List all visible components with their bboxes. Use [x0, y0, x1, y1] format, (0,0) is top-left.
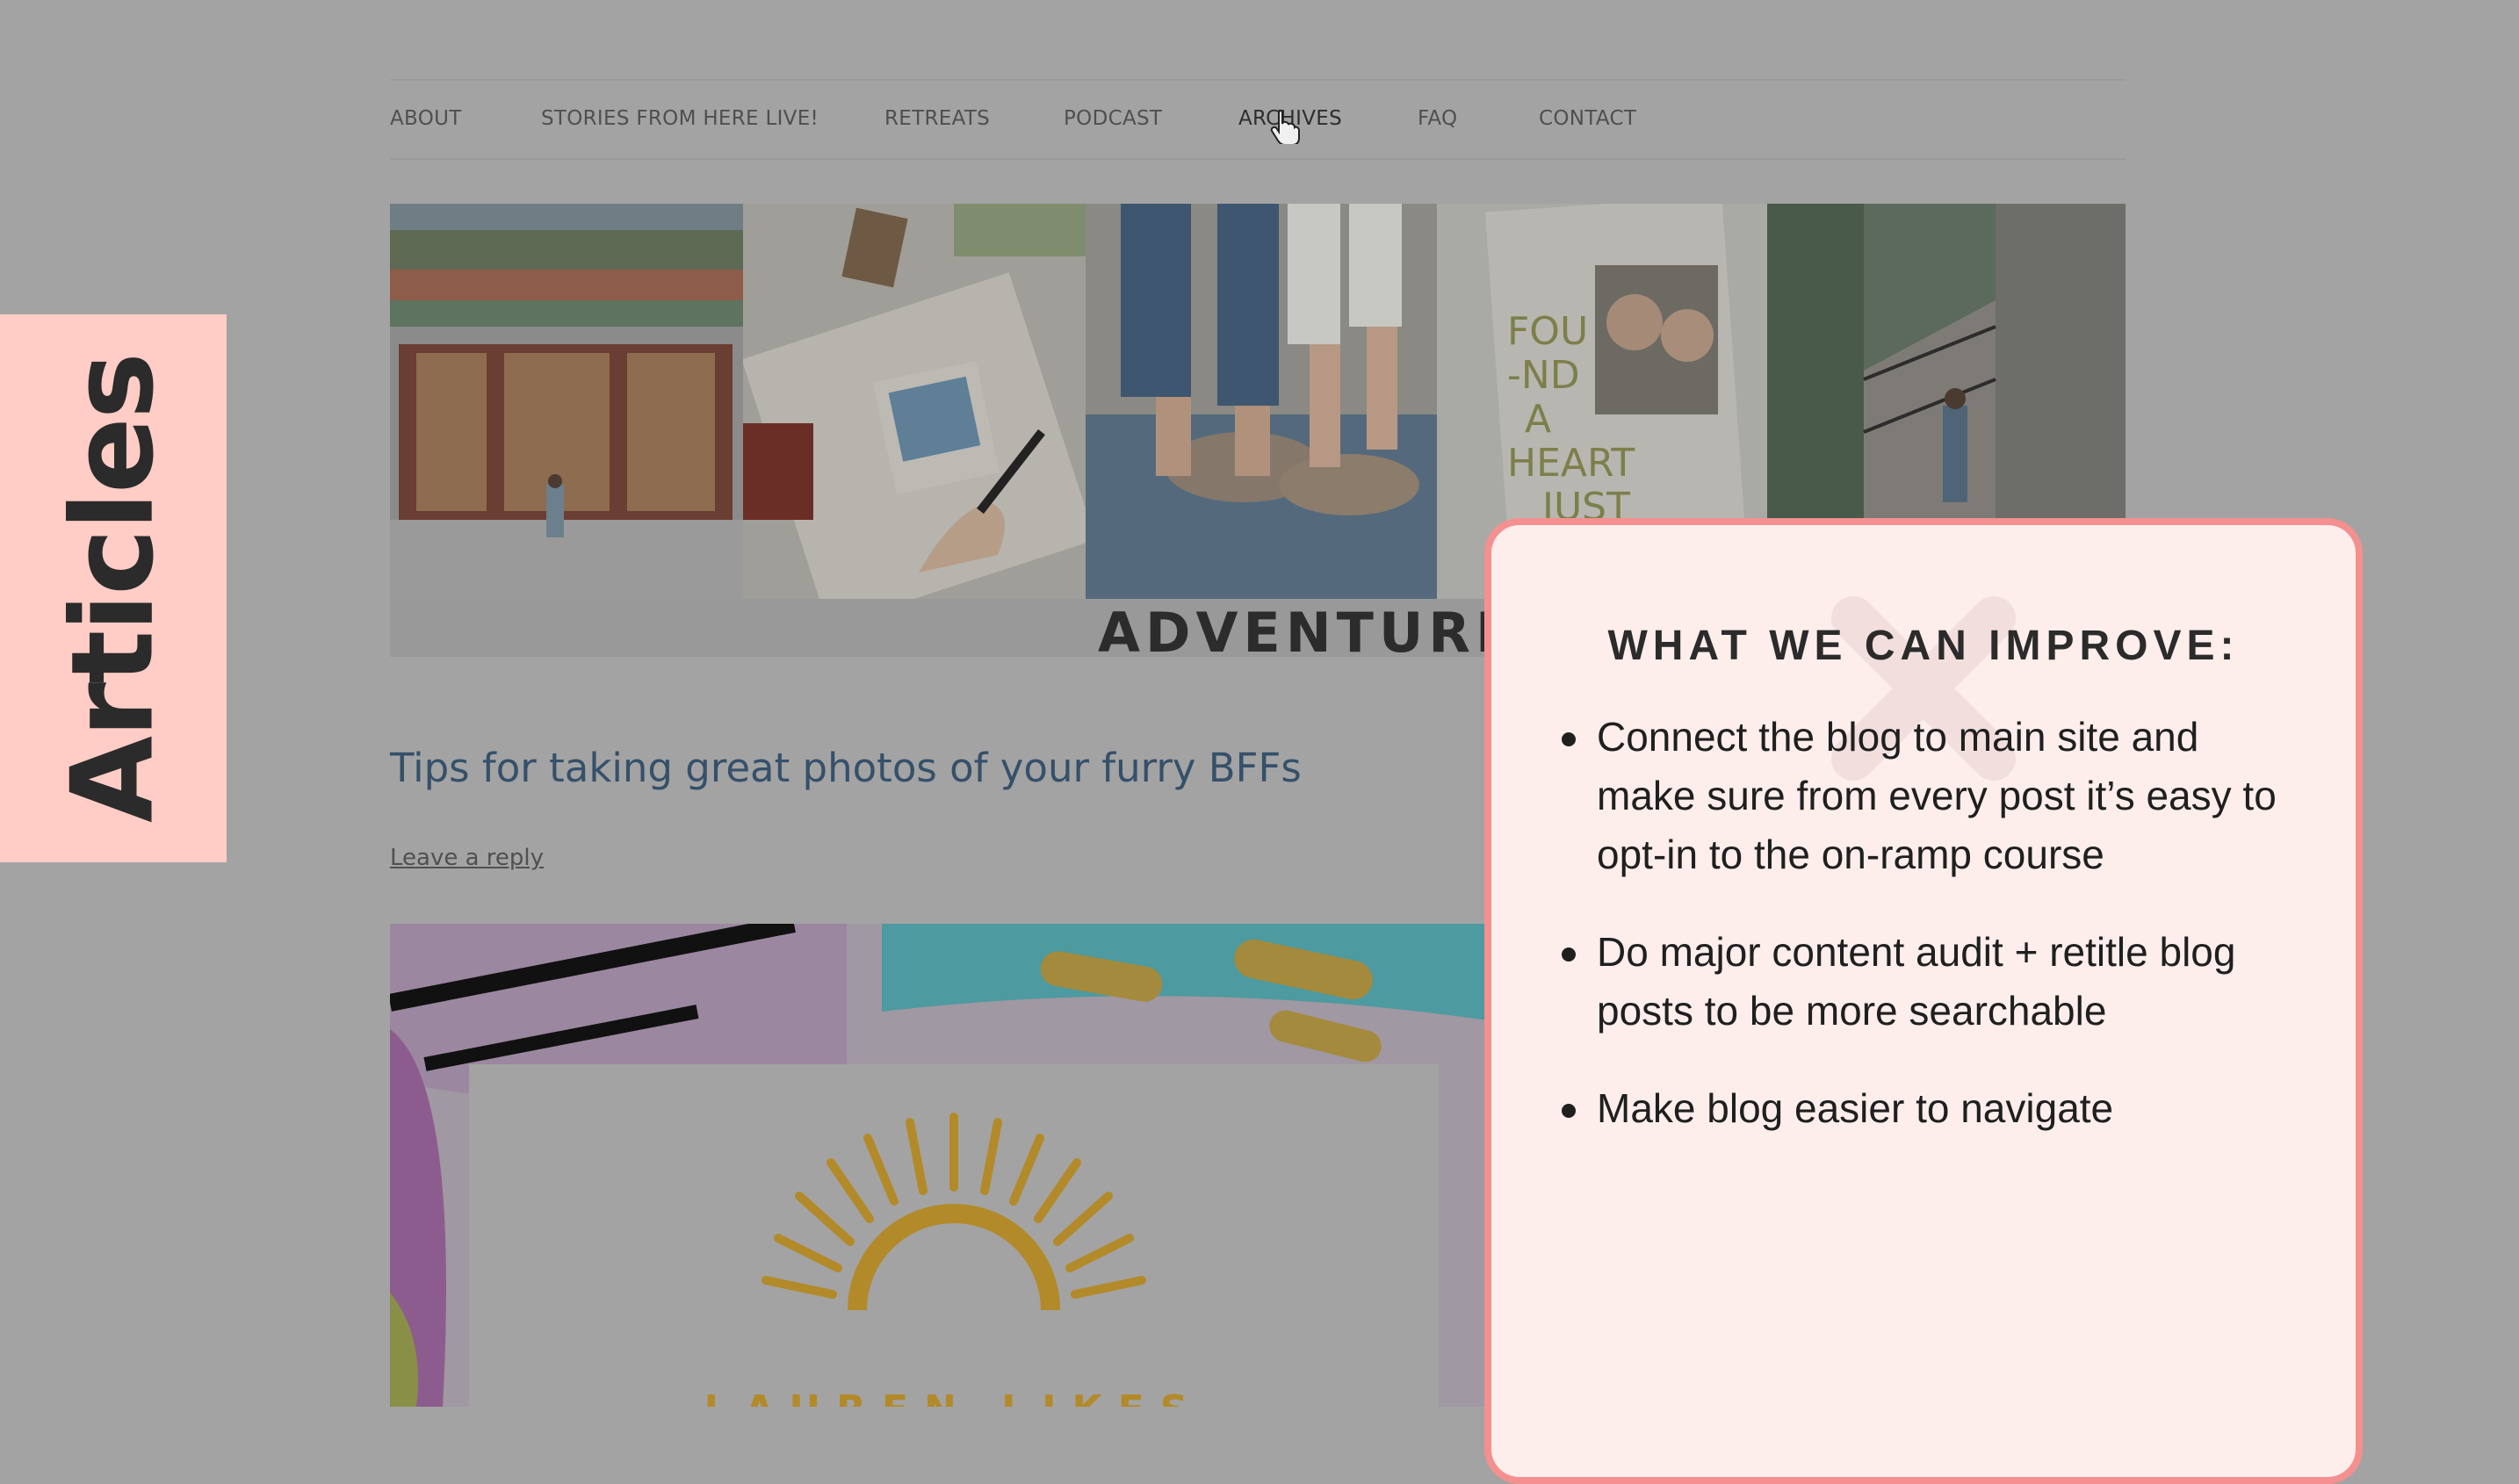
- improvement-list: Connect the blog to main site and make s…: [1562, 708, 2299, 1177]
- hand-pointer-icon: [1270, 109, 1300, 144]
- improvement-list-item: Do major content audit + retitle blog po…: [1562, 923, 2299, 1041]
- improvement-text: Connect the blog to main site and make s…: [1597, 714, 2277, 877]
- improvement-text: Do major content audit + retitle blog po…: [1597, 929, 2236, 1034]
- nav-item-retreats[interactable]: RETREATS: [884, 107, 990, 130]
- nav-item-podcast[interactable]: PODCAST: [1064, 107, 1162, 130]
- improvement-text: Make blog easier to navigate: [1597, 1085, 2114, 1131]
- leave-a-reply-link[interactable]: Leave a reply: [390, 845, 544, 871]
- bullet-dot-icon: [1562, 1104, 1576, 1118]
- svg-text:-ND: -ND: [1507, 353, 1580, 398]
- svg-text:FOU: FOU: [1507, 309, 1588, 354]
- temple-photo: [390, 204, 743, 599]
- articles-side-tab: Articles: [0, 314, 227, 862]
- nav-item-contact[interactable]: CONTACT: [1539, 107, 1636, 130]
- svg-text:HEART: HEART: [1507, 441, 1635, 486]
- journal-photo: [743, 204, 1086, 599]
- improvement-list-item: Make blog easier to navigate: [1562, 1079, 2299, 1138]
- post-featured-image: LAUREN LIKES: [390, 924, 1488, 1407]
- nav-item-faq[interactable]: FAQ: [1418, 107, 1457, 130]
- feet-on-rocks-photo: [1086, 204, 1437, 599]
- improvement-callout-panel: WHAT WE CAN IMPROVE: Connect the blog to…: [1484, 518, 2363, 1484]
- post-title-link[interactable]: Tips for taking great photos of your fur…: [390, 745, 1302, 791]
- articles-side-tab-label: Articles: [47, 354, 179, 823]
- lauren-likes-logo-card: LAUREN LIKES: [469, 1064, 1439, 1407]
- svg-text:A: A: [1525, 397, 1551, 442]
- bullet-dot-icon: [1562, 947, 1576, 962]
- bullet-dot-icon: [1562, 732, 1576, 746]
- nav-item-about[interactable]: ABOUT: [390, 107, 462, 130]
- panel-heading: WHAT WE CAN IMPROVE:: [1607, 623, 2240, 669]
- site-navigation: ABOUT STORIES FROM HERE LIVE! RETREATS P…: [390, 79, 2126, 160]
- sun-logo-icon: [761, 1113, 1146, 1311]
- improvement-list-item: Connect the blog to main site and make s…: [1562, 708, 2299, 884]
- nav-item-stories-from-here-live[interactable]: STORIES FROM HERE LIVE!: [541, 107, 819, 130]
- lauren-likes-logo-text: LAUREN LIKES: [469, 1387, 1439, 1407]
